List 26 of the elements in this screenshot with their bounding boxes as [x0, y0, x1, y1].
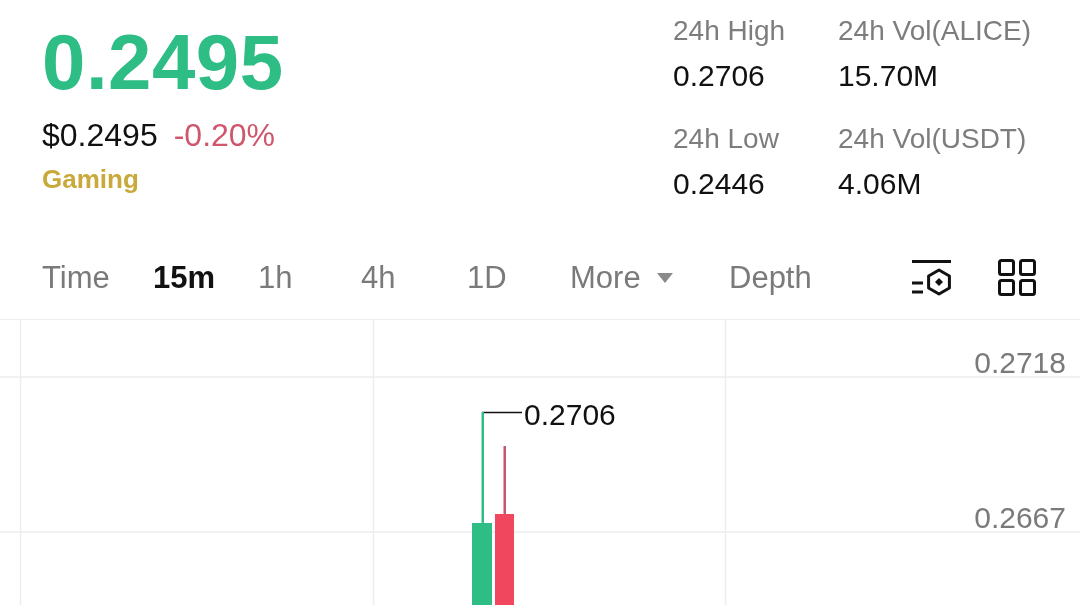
chart-tab[interactable]: Time [42, 262, 110, 293]
high-price-label: 0.2706 [524, 400, 616, 430]
stat-label: 24h Vol(ALICE) [838, 17, 1031, 45]
stat-value: 4.06M [838, 169, 922, 199]
category-link[interactable]: Gaming [42, 166, 139, 192]
dropdown-tab[interactable]: More [570, 262, 673, 293]
stat-label: 24h Vol(USDT) [838, 125, 1027, 153]
price-axis-label: 0.2718 [974, 348, 1066, 378]
chart-tab[interactable]: 15m [153, 262, 216, 293]
caret-icon [656, 272, 673, 283]
leader-line [481, 411, 523, 414]
stat-label: 24h Low [673, 125, 779, 153]
chart-tab[interactable]: Depth [729, 262, 812, 293]
price-axis-label: 0.2667 [974, 503, 1066, 533]
chart-tab[interactable]: 4h [361, 262, 396, 293]
hexagon-lines-icon[interactable] [912, 259, 952, 296]
chart-tab[interactable]: 1h [258, 262, 293, 293]
price-change: -0.20% [173, 119, 276, 151]
usd-price: $0.2495 [42, 119, 158, 151]
last-price: 0.2495 [42, 23, 284, 101]
chart-tab[interactable]: 1D [467, 262, 507, 293]
stat-value: 15.70M [838, 61, 939, 91]
stat-value: 0.2446 [673, 169, 765, 199]
grid-icon[interactable] [998, 259, 1036, 296]
stat-value: 0.2706 [673, 61, 765, 91]
stat-label: 24h High [673, 17, 786, 45]
